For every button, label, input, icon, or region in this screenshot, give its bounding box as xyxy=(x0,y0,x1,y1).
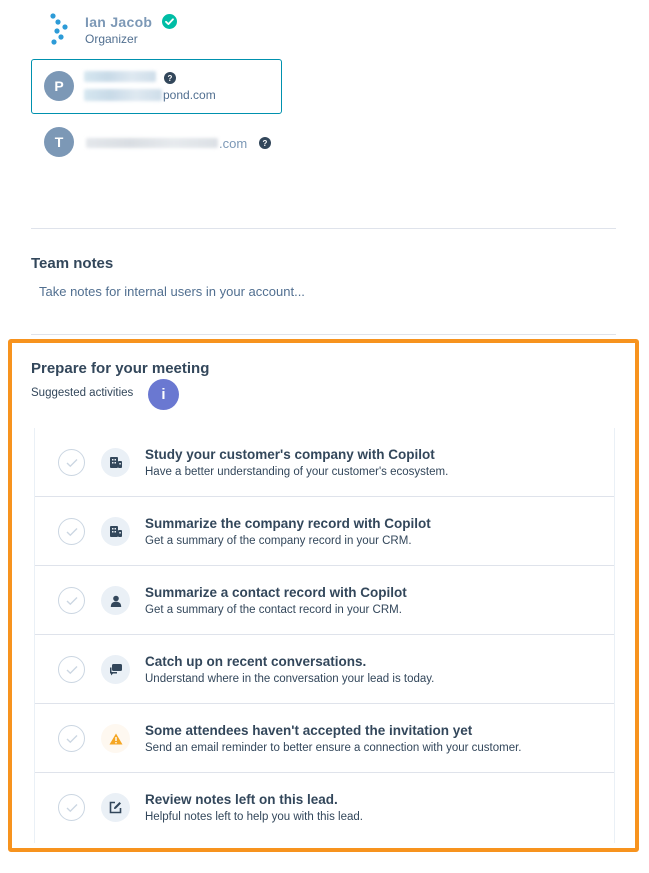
conversations-icon xyxy=(101,655,130,684)
organizer-role: Organizer xyxy=(85,32,138,46)
activity-description: Have a better understanding of your cust… xyxy=(145,466,449,478)
activity-description: Helpful notes left to help you with this… xyxy=(145,811,363,823)
hubspot-logo-icon xyxy=(48,12,76,48)
activity-description: Get a summary of the contact record in y… xyxy=(145,604,402,616)
complete-checkbox[interactable] xyxy=(58,587,85,614)
activity-item[interactable]: Review notes left on this lead. Helpful … xyxy=(35,773,614,842)
activity-item[interactable]: Summarize the company record with Copilo… xyxy=(35,497,614,566)
activity-description: Send an email reminder to better ensure … xyxy=(145,742,522,754)
activity-item[interactable]: Catch up on recent conversations. Unders… xyxy=(35,635,614,704)
attendee-email-suffix: pond.com xyxy=(163,88,216,102)
verified-check-icon xyxy=(162,14,177,29)
attendee-email-suffix: .com xyxy=(219,136,248,151)
team-notes-input[interactable]: Take notes for internal users in your ac… xyxy=(39,284,305,299)
info-icon[interactable]: i xyxy=(148,379,179,410)
activity-title: Summarize a contact record with Copilot xyxy=(145,585,407,600)
prepare-title: Prepare for your meeting xyxy=(31,360,210,377)
note-edit-icon xyxy=(101,793,130,822)
question-icon[interactable]: ? xyxy=(259,137,271,149)
activity-description: Understand where in the conversation you… xyxy=(145,673,435,685)
activity-title: Catch up on recent conversations. xyxy=(145,654,367,669)
activity-title: Study your customer's company with Copil… xyxy=(145,447,435,462)
activity-title: Review notes left on this lead. xyxy=(145,792,338,807)
question-icon[interactable]: ? xyxy=(164,72,176,84)
activity-item[interactable]: Summarize a contact record with Copilot … xyxy=(35,566,614,635)
company-icon xyxy=(101,448,130,477)
activity-item[interactable]: Study your customer's company with Copil… xyxy=(35,428,614,497)
activity-description: Get a summary of the company record in y… xyxy=(145,535,412,547)
complete-checkbox[interactable] xyxy=(58,794,85,821)
activity-title: Some attendees haven't accepted the invi… xyxy=(145,723,473,738)
activity-list: Study your customer's company with Copil… xyxy=(34,428,615,843)
contact-icon xyxy=(101,586,130,615)
complete-checkbox[interactable] xyxy=(58,449,85,476)
divider xyxy=(31,334,616,335)
suggested-activities-label: Suggested activities xyxy=(31,387,134,399)
organizer-name: Ian Jacob xyxy=(85,14,153,30)
warning-icon xyxy=(101,724,130,753)
activity-title: Summarize the company record with Copilo… xyxy=(145,516,431,531)
avatar: T xyxy=(44,127,74,157)
complete-checkbox[interactable] xyxy=(58,656,85,683)
complete-checkbox[interactable] xyxy=(58,725,85,752)
complete-checkbox[interactable] xyxy=(58,518,85,545)
company-icon xyxy=(101,517,130,546)
activity-item[interactable]: Some attendees haven't accepted the invi… xyxy=(35,704,614,773)
team-notes-title: Team notes xyxy=(31,255,114,272)
redacted-name xyxy=(84,71,156,82)
avatar: P xyxy=(44,71,74,101)
divider xyxy=(31,228,616,229)
redacted-email xyxy=(86,138,218,148)
redacted-email xyxy=(84,89,162,101)
